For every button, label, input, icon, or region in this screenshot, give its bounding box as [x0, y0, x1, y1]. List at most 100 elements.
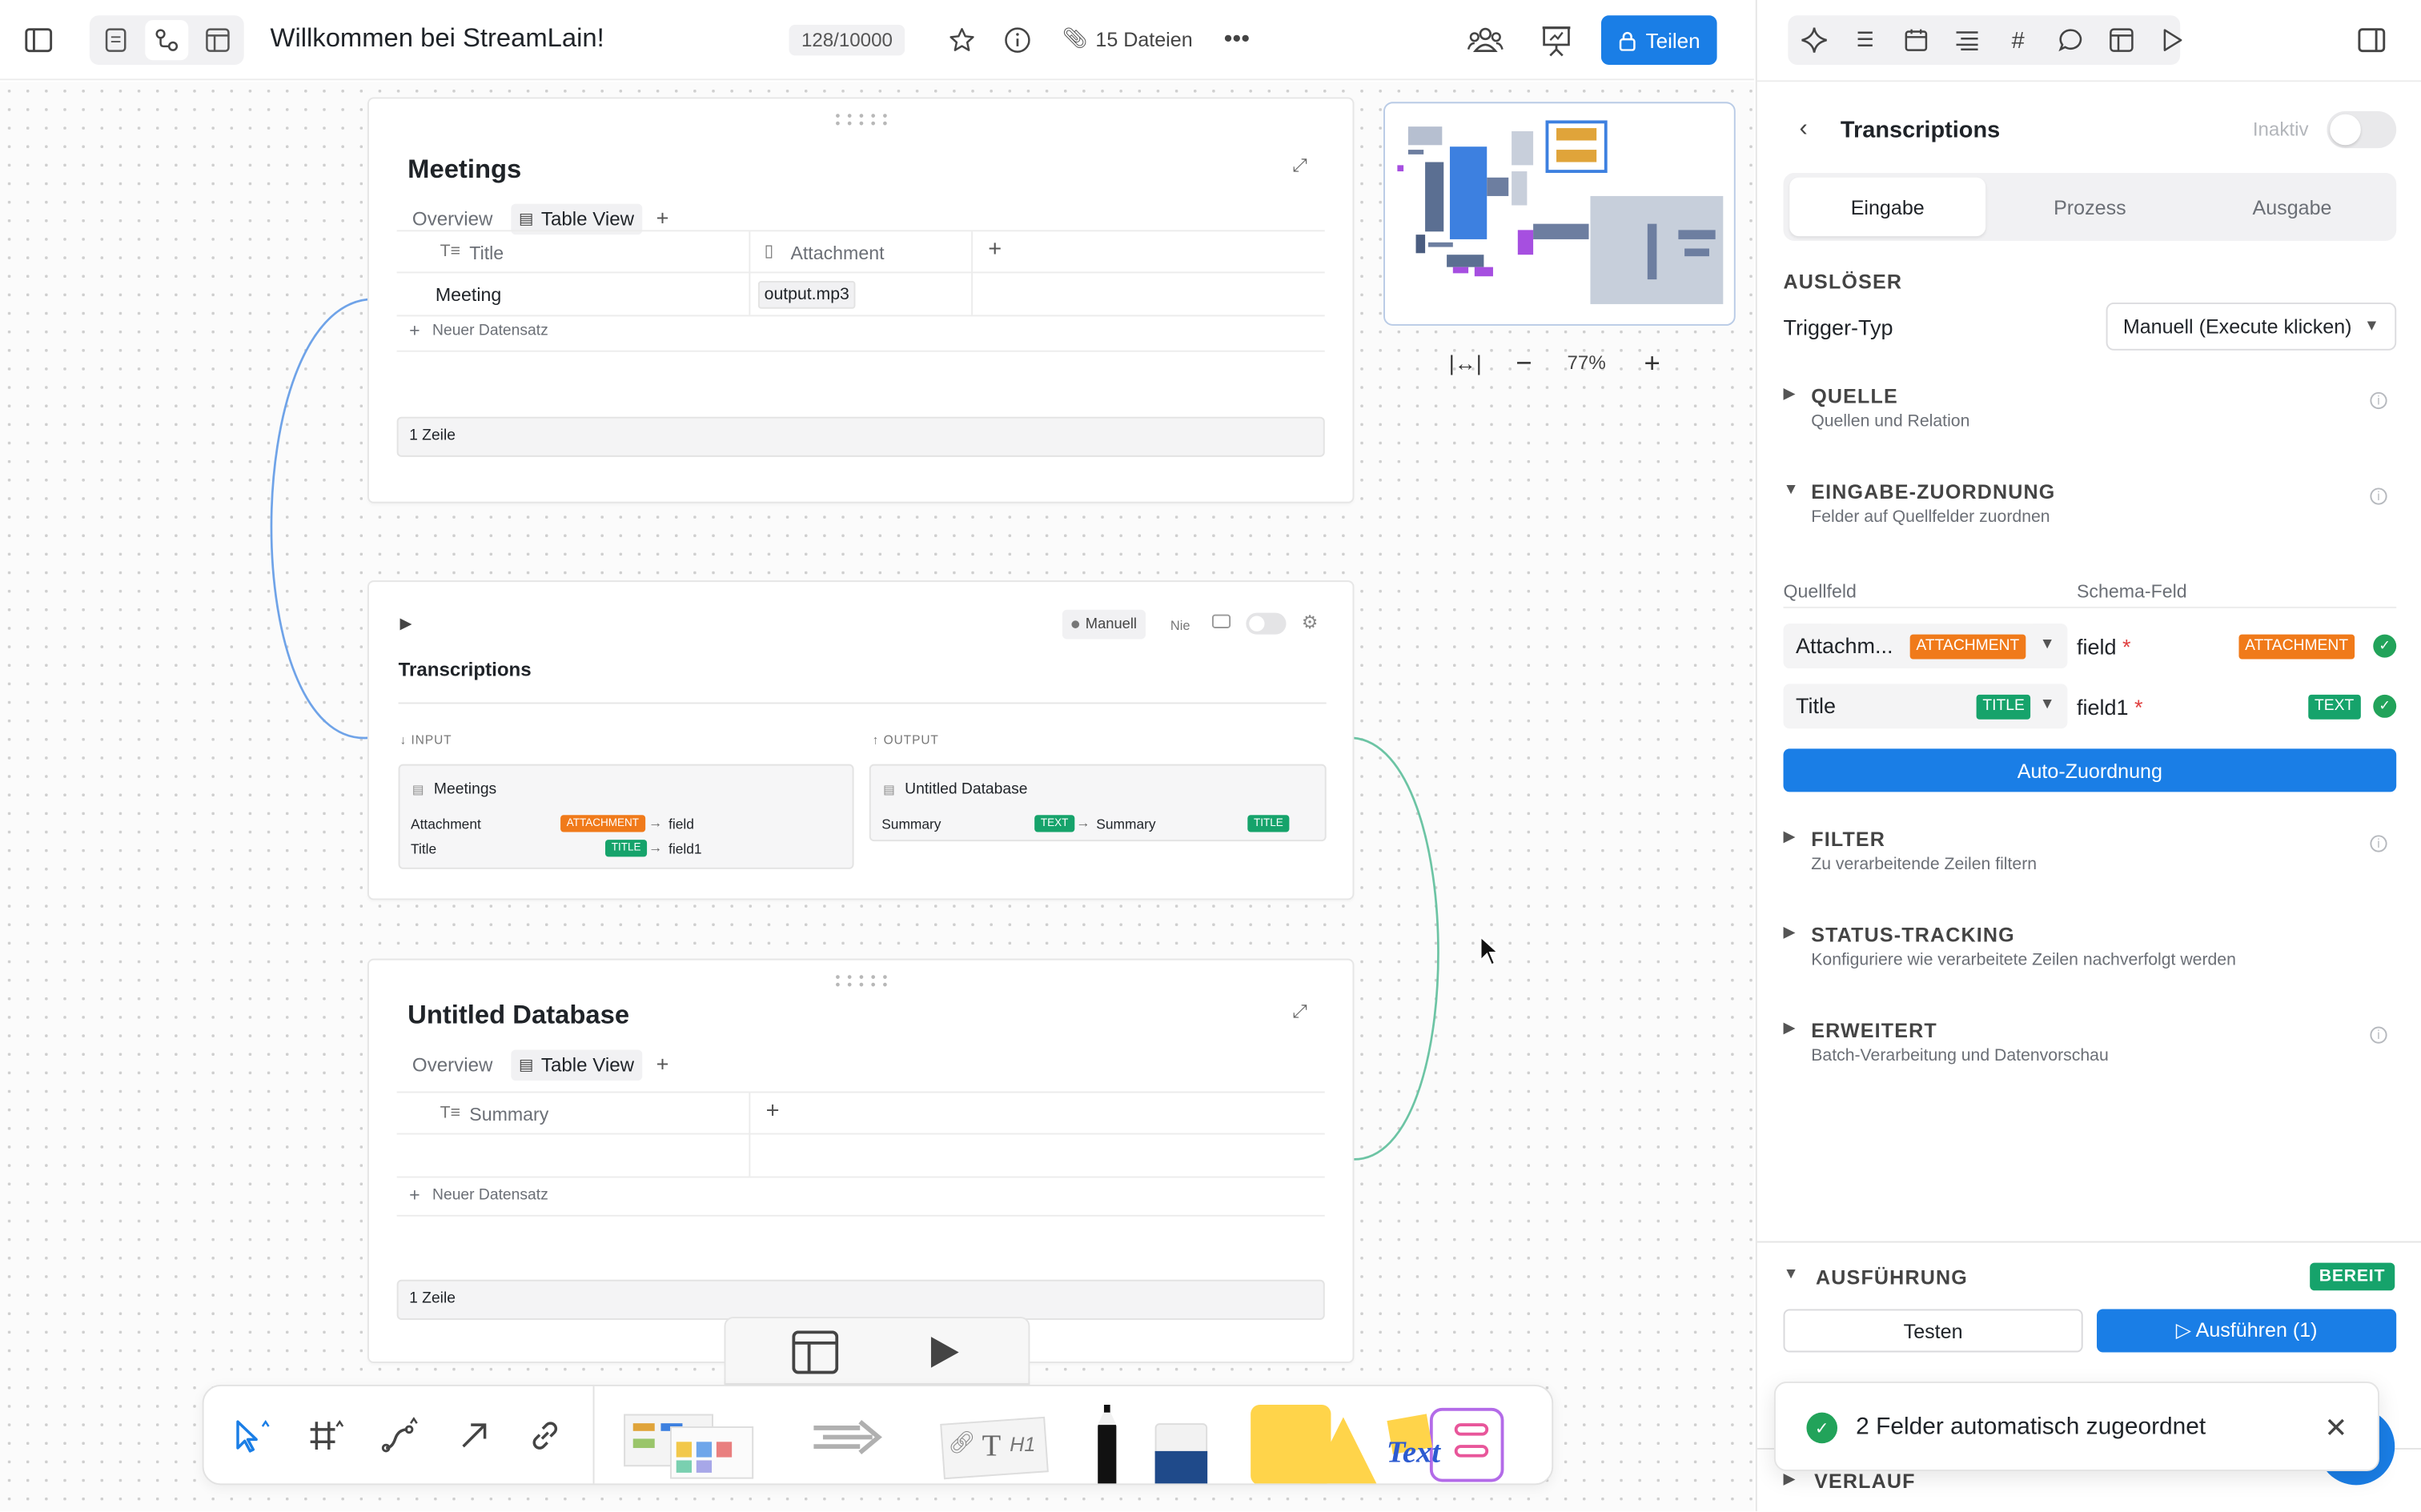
expand-icon[interactable]: ⤢ — [1292, 1001, 1307, 1024]
tab-overview[interactable]: Overview — [412, 1054, 492, 1076]
hashtag-icon[interactable]: # — [2001, 23, 2034, 57]
source-field-select[interactable]: Title TITLE ▼ — [1783, 684, 2068, 729]
drag-handle-icon[interactable]: • • • • • • • • • • — [835, 109, 889, 130]
section-erweitert[interactable]: ▶ ERWEITERT Batch-Verarbeitung und Daten… — [1784, 1019, 2397, 1074]
section-eingabe-zuordnung[interactable]: ▼ EINGABE-ZUORDNUNG Felder auf Quellfeld… — [1784, 480, 2397, 535]
character-counter: 128/10000 — [789, 24, 905, 56]
tab-eingabe[interactable]: Eingabe — [1789, 177, 1986, 237]
new-record-button[interactable]: + Neuer Datensatz — [409, 321, 548, 339]
layout-panel-icon[interactable] — [790, 1328, 840, 1378]
active-toggle[interactable] — [1246, 612, 1287, 635]
trigger-type-select[interactable]: Manuell (Execute klicken) ▼ — [2106, 303, 2397, 351]
trigger-type-value: Manuell (Execute klicken) — [2122, 315, 2352, 339]
page-title[interactable]: Willkommen bei StreamLain! — [271, 23, 604, 54]
document-view-icon[interactable] — [98, 23, 132, 57]
column-header-attachment[interactable]: Attachment — [790, 243, 884, 264]
expand-icon[interactable]: ⤢ — [1292, 154, 1307, 178]
info-icon[interactable]: i — [2370, 835, 2387, 852]
zoom-out-icon[interactable]: − — [1507, 347, 1540, 379]
link-tool-icon[interactable] — [522, 1414, 568, 1458]
select-tool-icon[interactable] — [228, 1414, 275, 1458]
share-button[interactable]: Teilen — [1600, 15, 1717, 66]
info-icon[interactable] — [1001, 23, 1034, 57]
layout-panel-icon[interactable] — [2105, 23, 2138, 57]
section-status-tracking[interactable]: ▶ STATUS-TRACKING Konfiguriere wie verar… — [1784, 923, 2397, 978]
table-row[interactable] — [396, 273, 1325, 317]
collaborators-icon[interactable] — [1463, 20, 1507, 60]
untitled-database-card[interactable]: • • • • • • • • • • Untitled Database ⤢ O… — [367, 958, 1355, 1363]
list-icon[interactable]: ☰ — [1849, 23, 1882, 57]
cell-attachment-chip[interactable]: output.mp3 — [757, 281, 856, 309]
right-panel-toggle-icon[interactable] — [2353, 23, 2390, 57]
active-toggle[interactable] — [2327, 110, 2397, 149]
tab-ausgabe[interactable]: Ausgabe — [2194, 178, 2391, 236]
tab-prozess[interactable]: Prozess — [1992, 178, 2188, 236]
expand-triangle-icon[interactable]: ▶ — [1784, 1471, 1796, 1488]
tab-overview[interactable]: Overview — [412, 208, 492, 230]
source-field-select[interactable]: Attachm... ATTACHMENT ▼ — [1783, 624, 2068, 669]
play-icon[interactable] — [920, 1328, 970, 1378]
cell-title[interactable]: Meeting — [436, 284, 501, 306]
section-filter[interactable]: ▶ FILTER Zu verarbeitende Zeilen filtern… — [1784, 828, 2397, 883]
new-record-button[interactable]: + Neuer Datensatz — [409, 1185, 548, 1204]
card-title[interactable]: Untitled Database — [408, 1001, 629, 1032]
card-title[interactable]: Transcriptions — [399, 660, 532, 681]
pen-tool-icon[interactable] — [1090, 1402, 1124, 1484]
auto-map-button[interactable]: Auto-Zuordnung — [1783, 748, 2397, 792]
connector-tool-icon[interactable] — [377, 1414, 424, 1458]
layout-view-icon[interactable] — [201, 23, 235, 57]
info-icon[interactable]: i — [2370, 1026, 2387, 1044]
transcriptions-workflow-card[interactable]: ▶ Manuell Nie ⚙ Transcriptions ↓ INPUT ↑… — [367, 580, 1355, 900]
zoom-in-icon[interactable]: + — [1635, 347, 1668, 379]
column-header-summary[interactable]: Summary — [469, 1104, 548, 1125]
eraser-tool-icon[interactable] — [1154, 1423, 1208, 1484]
comment-icon[interactable] — [2054, 23, 2087, 57]
collapse-triangle-icon[interactable]: ▼ — [1784, 1265, 1799, 1282]
section-quelle[interactable]: ▶ QUELLE Quellen und Relation i — [1784, 384, 2397, 439]
table-row[interactable] — [396, 1135, 1325, 1178]
shapes-tool-icon[interactable] — [1242, 1402, 1378, 1484]
sticky-notes-tool-icon[interactable] — [624, 1405, 757, 1479]
run-icon[interactable]: ▶ — [400, 616, 412, 633]
attachments-button[interactable]: 📎︎ 15 Dateien — [1062, 26, 1193, 51]
divider — [396, 1214, 1325, 1217]
workflow-canvas[interactable]: • • • • • • • • • • Meetings ⤢ Overview ▤… — [0, 82, 1754, 1512]
toggle-view-icon[interactable] — [1211, 614, 1231, 628]
run-button[interactable]: ▷ Ausführen (1) — [2097, 1309, 2397, 1353]
flow-arrow-tool-icon[interactable] — [806, 1411, 886, 1464]
meetings-database-card[interactable]: • • • • • • • • • • Meetings ⤢ Overview ▤… — [367, 97, 1355, 503]
star-icon[interactable] — [945, 23, 978, 57]
fit-to-screen-icon[interactable]: |↔| — [1447, 347, 1484, 379]
add-column-icon[interactable]: + — [766, 1097, 780, 1124]
info-icon[interactable]: i — [2370, 487, 2387, 505]
minimap[interactable] — [1383, 102, 1736, 326]
test-button[interactable]: Testen — [1783, 1309, 2083, 1353]
frame-tool-icon[interactable] — [303, 1414, 349, 1458]
info-icon[interactable]: i — [2370, 391, 2387, 410]
trigger-mode-badge[interactable]: Manuell — [1062, 609, 1146, 640]
tab-table-view[interactable]: ▤ Table View — [511, 1049, 642, 1081]
add-view-icon[interactable]: + — [656, 1051, 669, 1076]
column-header-title[interactable]: Title — [469, 243, 504, 264]
back-chevron-icon[interactable]: ‹ — [1788, 114, 1819, 146]
workflow-view-icon[interactable] — [145, 20, 189, 61]
add-column-icon[interactable]: + — [988, 236, 1002, 263]
outline-icon[interactable] — [1950, 23, 1984, 57]
text-tool-icon[interactable]: 🔗︎ T H1 — [936, 1408, 1054, 1480]
calendar-icon[interactable] — [1899, 23, 1933, 57]
play-icon[interactable] — [2155, 23, 2189, 57]
presentation-icon[interactable] — [1535, 20, 1578, 60]
add-view-icon[interactable]: + — [656, 206, 669, 231]
more-options-icon[interactable]: ••• — [1220, 23, 1254, 57]
text-style-tool-icon[interactable]: Text — [1387, 1402, 1520, 1483]
output-mapping-box[interactable]: ▤ Untitled Database Summary TEXT → Summa… — [869, 764, 1327, 842]
close-icon[interactable]: ✕ — [2319, 1411, 2353, 1445]
sidebar-toggle-icon[interactable] — [22, 25, 55, 56]
arrow-tool-icon[interactable] — [451, 1414, 497, 1458]
tab-table-view-label: Table View — [540, 1054, 635, 1077]
input-mapping-box[interactable]: ▤ Meetings Attachment ATTACHMENT → field… — [398, 764, 854, 869]
settings-gear-icon[interactable]: ⚙ — [1302, 612, 1319, 633]
card-title[interactable]: Meetings — [408, 154, 521, 186]
ai-sparkle-icon[interactable] — [1797, 23, 1831, 57]
drag-handle-icon[interactable]: • • • • • • • • • • — [835, 970, 889, 992]
